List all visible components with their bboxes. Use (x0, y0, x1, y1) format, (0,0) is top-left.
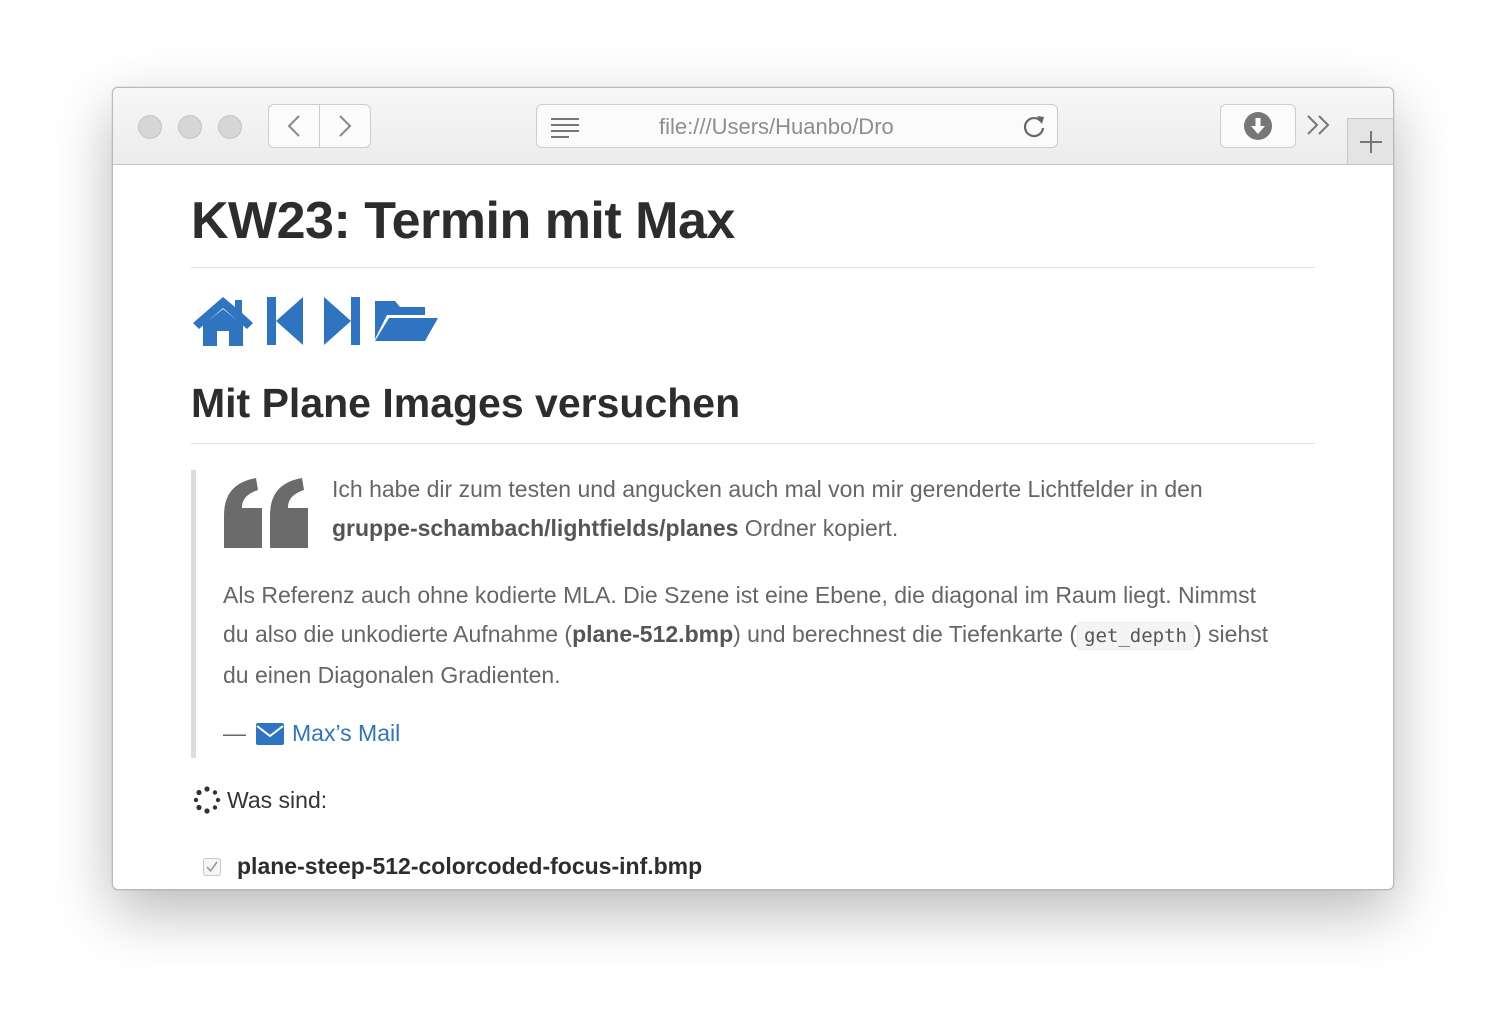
task-list-item: plane-steep-512-colorcoded-focus-inf.bmp (203, 853, 702, 880)
plus-icon (1359, 130, 1382, 153)
mail-link-label: Max’s Mail (292, 720, 401, 746)
divider (191, 443, 1315, 444)
task-label: plane-steep-512-colorcoded-focus-inf.bmp (237, 853, 703, 879)
quote-text: Ich habe dir zum testen und angucken auc… (332, 476, 1203, 502)
url-text: file:///Users/Huanbo/Dro (659, 114, 894, 139)
quote-paragraph-2: Als Referenz auch ohne kodierte MLA. Die… (223, 576, 1283, 695)
quote-left-icon (224, 478, 308, 548)
reload-icon[interactable] (1021, 114, 1047, 140)
check-icon (206, 861, 218, 872)
browser-toolbar: file:///Users/Huanbo/Dro (113, 88, 1393, 165)
new-tab-button[interactable] (1347, 118, 1393, 164)
folder-open-icon[interactable] (373, 295, 439, 347)
step-forward-icon[interactable] (322, 295, 360, 347)
close-window-button[interactable] (138, 115, 162, 139)
home-icon[interactable] (191, 295, 255, 347)
page-title: KW23: Termin mit Max (191, 192, 735, 250)
quote-paragraph-1: Ich habe dir zum testen und angucken auc… (332, 470, 1292, 548)
quote-text: ) und berechnest die Tiefenkarte ( (733, 621, 1078, 647)
page-content: KW23: Termin mit Max Mit Plane Images ve… (113, 165, 1393, 889)
quote-attribution: — Max’s Mail (223, 720, 400, 747)
reader-mode-icon[interactable] (551, 117, 581, 139)
spinner-icon (193, 786, 221, 814)
address-bar[interactable]: file:///Users/Huanbo/Dro (536, 104, 1058, 148)
double-chevron-right-icon[interactable] (1306, 114, 1332, 136)
forward-button[interactable] (319, 104, 371, 148)
chevron-right-icon (339, 115, 352, 137)
download-icon (1244, 112, 1272, 140)
back-button[interactable] (268, 104, 320, 148)
downloads-button[interactable] (1220, 104, 1296, 148)
inline-code: get_depth (1077, 622, 1194, 650)
section-title: Mit Plane Images versuchen (191, 380, 741, 426)
chevron-left-icon (287, 115, 300, 137)
attribution-dash: — (223, 720, 246, 746)
folder-path: gruppe-schambach/lightfields/planes (332, 515, 739, 541)
divider (191, 267, 1315, 268)
zoom-window-button[interactable] (218, 115, 242, 139)
browser-window: file:///Users/Huanbo/Dro KW23: Termin mi… (112, 87, 1394, 890)
blockquote: Ich habe dir zum testen und angucken auc… (191, 470, 1315, 758)
mail-link[interactable]: Max’s Mail (256, 720, 400, 747)
step-backward-icon[interactable] (267, 295, 305, 347)
question-line: Was sind: (193, 786, 327, 814)
question-label: Was sind: (227, 786, 328, 813)
quote-text: Ordner kopiert. (738, 515, 899, 541)
task-checkbox[interactable] (203, 857, 221, 876)
file-name: plane-512.bmp (572, 621, 734, 647)
envelope-icon (256, 722, 284, 745)
minimize-window-button[interactable] (178, 115, 202, 139)
